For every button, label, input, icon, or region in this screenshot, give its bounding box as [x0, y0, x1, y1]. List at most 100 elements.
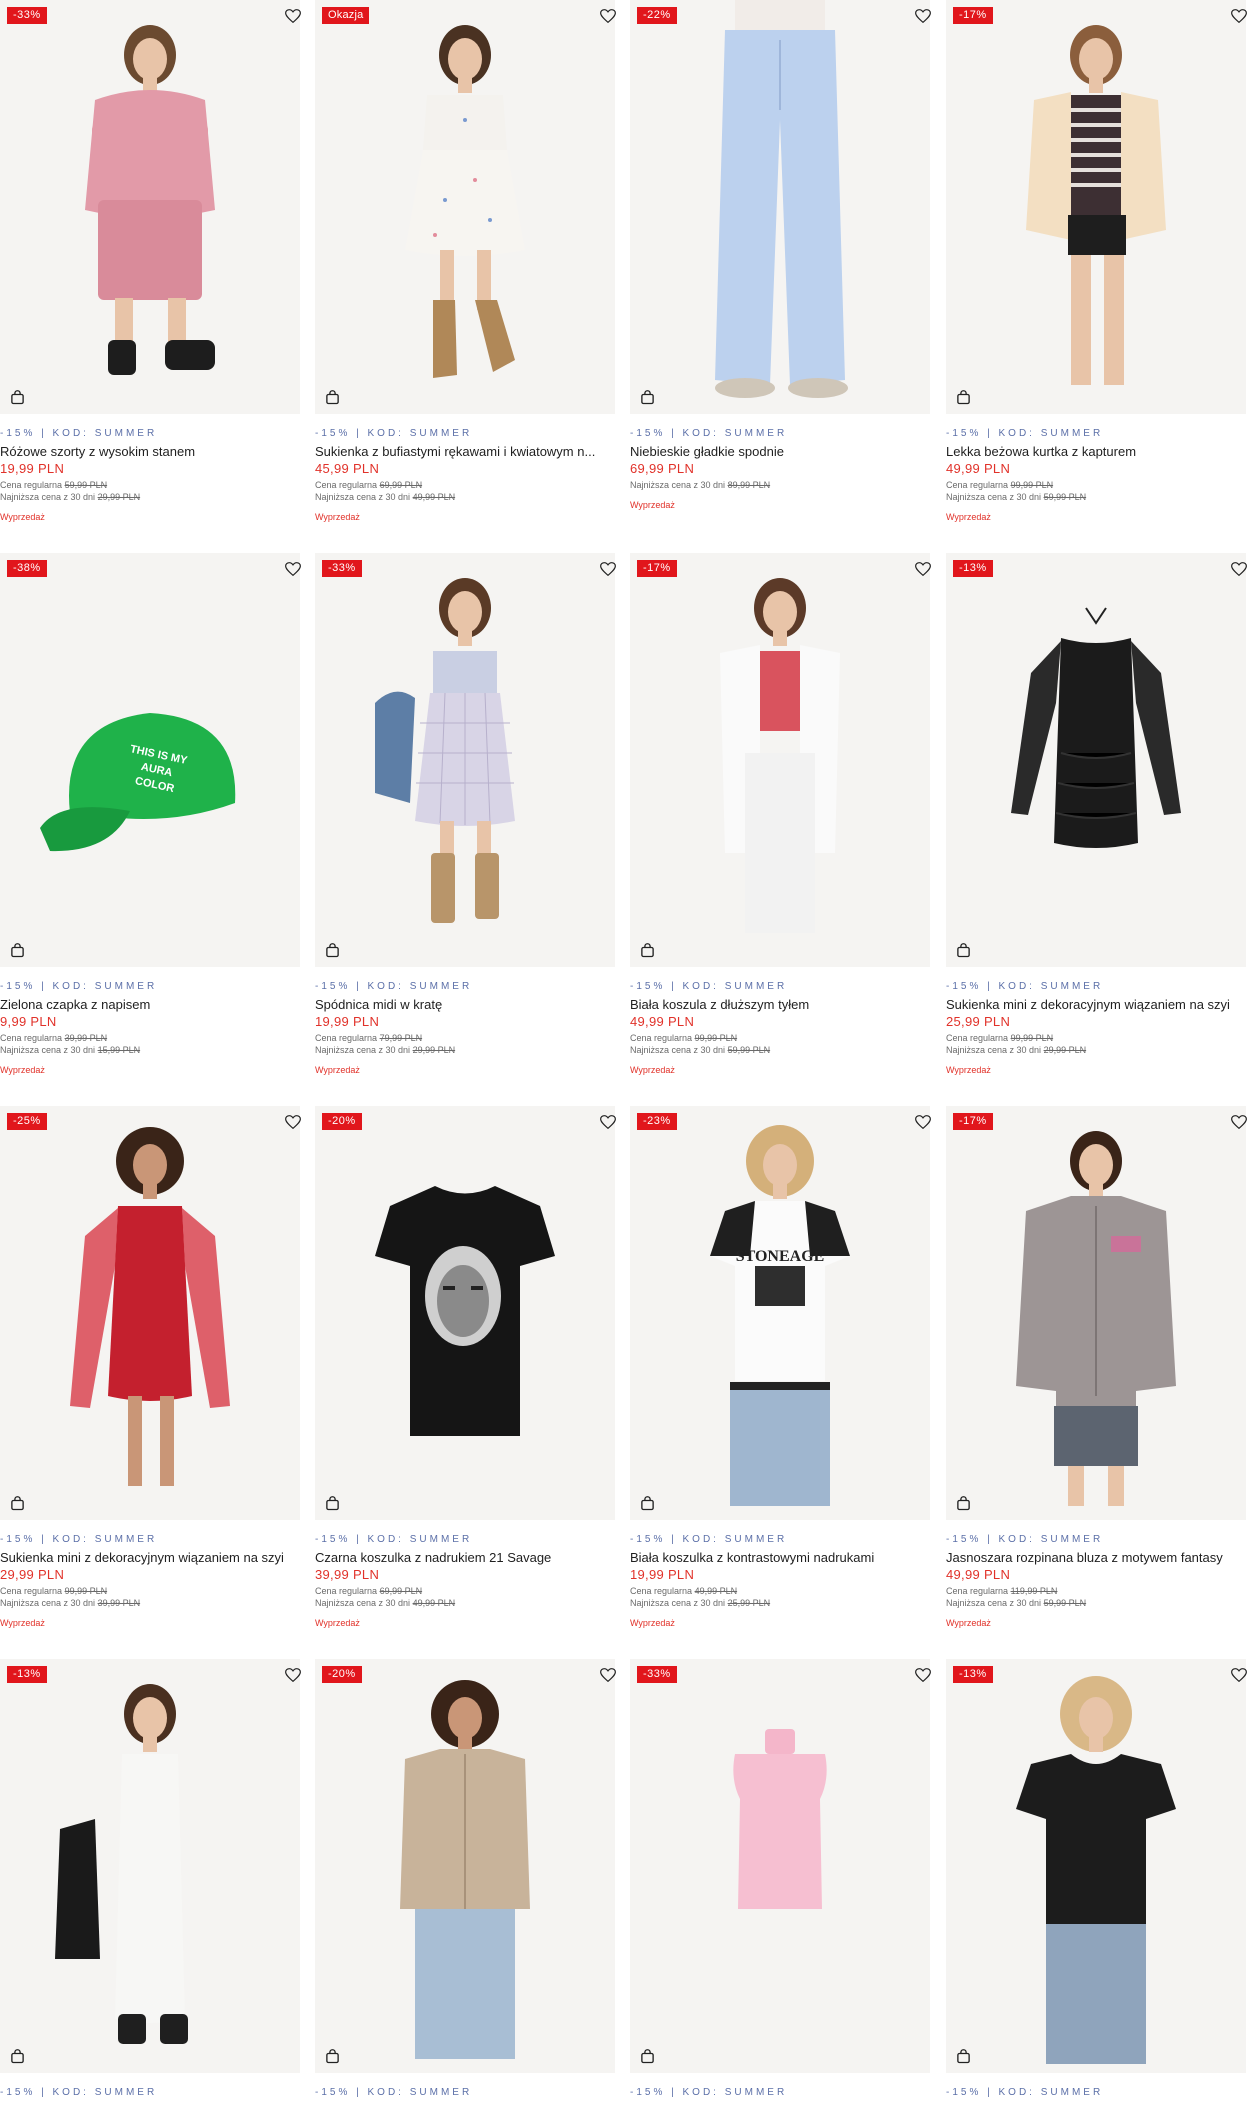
product-image[interactable]	[630, 0, 930, 414]
product-image[interactable]	[630, 553, 930, 967]
product-image[interactable]: THIS IS MY AURA COLOR	[0, 553, 300, 967]
product-photo[interactable]: STONEAGE	[630, 1106, 930, 1520]
product-name[interactable]: Różowe szorty z wysokim stanem	[0, 444, 312, 459]
product-name[interactable]: Zielona czapka z napisem	[0, 997, 312, 1012]
product-card[interactable]: -33% -15% | KOD: SUMMER Spódnica midi w …	[315, 553, 627, 1105]
lowest-price-label: Najniższa cena z 30 dni	[946, 1598, 1042, 1608]
product-photo[interactable]	[315, 0, 615, 414]
shopping-bag-icon[interactable]	[8, 2047, 26, 2065]
shopping-bag-icon[interactable]	[8, 941, 26, 959]
product-name[interactable]: Jasnoszara rozpinana bluza z motywem fan…	[946, 1550, 1250, 1565]
regular-price-line: Cena regularna 79,99 PLN	[315, 1033, 422, 1043]
product-photo[interactable]	[630, 0, 930, 414]
heart-icon[interactable]	[1228, 6, 1250, 26]
product-card[interactable]: Okazja -15% | KOD: SUMMER Sukienka z buf…	[315, 0, 627, 552]
heart-icon[interactable]	[912, 1665, 934, 1685]
product-image[interactable]	[946, 1659, 1246, 2073]
product-photo[interactable]	[315, 1106, 615, 1520]
product-card[interactable]: -13% -15% | KOD: SUMMER Sukienka mini z …	[946, 553, 1250, 1105]
product-card[interactable]: -13% -15% | KOD: SUMMER	[946, 1659, 1250, 2111]
shopping-bag-icon[interactable]	[954, 388, 972, 406]
shopping-bag-icon[interactable]	[954, 2047, 972, 2065]
shopping-bag-icon[interactable]	[323, 388, 341, 406]
discount-badge: -38%	[7, 560, 47, 577]
product-card[interactable]: -22% -15% | KOD: SUMMER Niebieskie gładk…	[630, 0, 942, 552]
product-image[interactable]	[315, 0, 615, 414]
product-image[interactable]	[946, 1106, 1246, 1520]
product-photo[interactable]	[315, 1659, 615, 2073]
product-photo[interactable]	[946, 1106, 1246, 1520]
product-name[interactable]: Sukienka z bufiastymi rękawami i kwiatow…	[315, 444, 627, 459]
product-card[interactable]: -20% -15% | KOD: SUMMER Czarna koszulka …	[315, 1106, 627, 1658]
product-card[interactable]: -17% -15% | KOD: SUMMER Lekka beżowa kur…	[946, 0, 1250, 552]
heart-icon[interactable]	[282, 6, 304, 26]
heart-icon[interactable]	[912, 559, 934, 579]
product-name[interactable]: Biała koszulka z kontrastowymi nadrukami	[630, 1550, 942, 1565]
product-image[interactable]	[0, 1106, 300, 1520]
product-image[interactable]	[946, 0, 1246, 414]
product-photo[interactable]: THIS IS MY AURA COLOR	[0, 553, 300, 967]
product-image[interactable]	[315, 1106, 615, 1520]
product-card[interactable]: -33% -15% | KOD: SUMMER	[630, 1659, 942, 2111]
product-photo[interactable]	[0, 1106, 300, 1520]
product-image[interactable]	[0, 0, 300, 414]
product-photo[interactable]	[0, 1659, 300, 2073]
heart-icon[interactable]	[597, 559, 619, 579]
product-card[interactable]: -33% -15% | KOD: SUMMER Różowe szorty z …	[0, 0, 312, 552]
product-image[interactable]: STONEAGE	[630, 1106, 930, 1520]
heart-icon[interactable]	[1228, 559, 1250, 579]
lowest-price-label: Najniższa cena z 30 dni	[0, 1045, 96, 1055]
heart-icon[interactable]	[597, 1112, 619, 1132]
heart-icon[interactable]	[912, 1112, 934, 1132]
product-card[interactable]: -20% -15% | KOD: SUMMER	[315, 1659, 627, 2111]
heart-icon[interactable]	[597, 1665, 619, 1685]
shopping-bag-icon[interactable]	[954, 1494, 972, 1512]
product-photo[interactable]	[946, 553, 1246, 967]
shopping-bag-icon[interactable]	[8, 1494, 26, 1512]
product-image[interactable]	[0, 1659, 300, 2073]
product-name[interactable]: Sukienka mini z dekoracyjnym wiązaniem n…	[946, 997, 1250, 1012]
shopping-bag-icon[interactable]	[638, 388, 656, 406]
regular-price: 69,99 PLN	[379, 1586, 423, 1596]
product-card[interactable]: -25% -15% | KOD: SUMMER Sukienka mini z …	[0, 1106, 312, 1658]
product-card[interactable]: -13% -15% | KOD: SUMMER	[0, 1659, 312, 2111]
shopping-bag-icon[interactable]	[323, 2047, 341, 2065]
product-image[interactable]	[630, 1659, 930, 2073]
product-card[interactable]: -17% -15% | KOD: SUMMER Jasnoszara rozpi…	[946, 1106, 1250, 1658]
heart-icon[interactable]	[1228, 1112, 1250, 1132]
product-name[interactable]: Niebieskie gładkie spodnie	[630, 444, 942, 459]
heart-icon[interactable]	[912, 6, 934, 26]
product-image[interactable]	[315, 1659, 615, 2073]
shopping-bag-icon[interactable]	[638, 2047, 656, 2065]
product-card[interactable]: STONEAGE -23% -15% | KOD: SUMMER Biała k…	[630, 1106, 942, 1658]
heart-icon[interactable]	[282, 1112, 304, 1132]
shopping-bag-icon[interactable]	[638, 941, 656, 959]
product-photo[interactable]	[946, 0, 1246, 414]
product-name[interactable]: Sukienka mini z dekoracyjnym wiązaniem n…	[0, 1550, 312, 1565]
shopping-bag-icon[interactable]	[638, 1494, 656, 1512]
product-photo[interactable]	[946, 1659, 1246, 2073]
product-photo[interactable]	[630, 1659, 930, 2073]
product-name[interactable]: Lekka beżowa kurtka z kapturem	[946, 444, 1250, 459]
product-card[interactable]: THIS IS MY AURA COLOR -38% -15% | KOD: S…	[0, 553, 312, 1105]
product-photo[interactable]	[315, 553, 615, 967]
shopping-bag-icon[interactable]	[323, 941, 341, 959]
product-image[interactable]	[315, 553, 615, 967]
product-name[interactable]: Spódnica midi w kratę	[315, 997, 627, 1012]
discount-badge: -20%	[322, 1666, 362, 1683]
product-photo[interactable]	[630, 553, 930, 967]
product-card[interactable]: -17% -15% | KOD: SUMMER Biała koszula z …	[630, 553, 942, 1105]
heart-icon[interactable]	[282, 1665, 304, 1685]
shopping-bag-icon[interactable]	[323, 1494, 341, 1512]
product-image[interactable]	[946, 553, 1246, 967]
product-name[interactable]: Czarna koszulka z nadrukiem 21 Savage	[315, 1550, 627, 1565]
shopping-bag-icon[interactable]	[954, 941, 972, 959]
heart-icon[interactable]	[597, 6, 619, 26]
regular-price-label: Cena regularna	[630, 1033, 693, 1043]
product-photo[interactable]	[0, 0, 300, 414]
heart-icon[interactable]	[282, 559, 304, 579]
shopping-bag-icon[interactable]	[8, 388, 26, 406]
heart-icon[interactable]	[1228, 1665, 1250, 1685]
discount-badge: -17%	[953, 1113, 993, 1130]
product-name[interactable]: Biała koszula z dłuższym tyłem	[630, 997, 942, 1012]
